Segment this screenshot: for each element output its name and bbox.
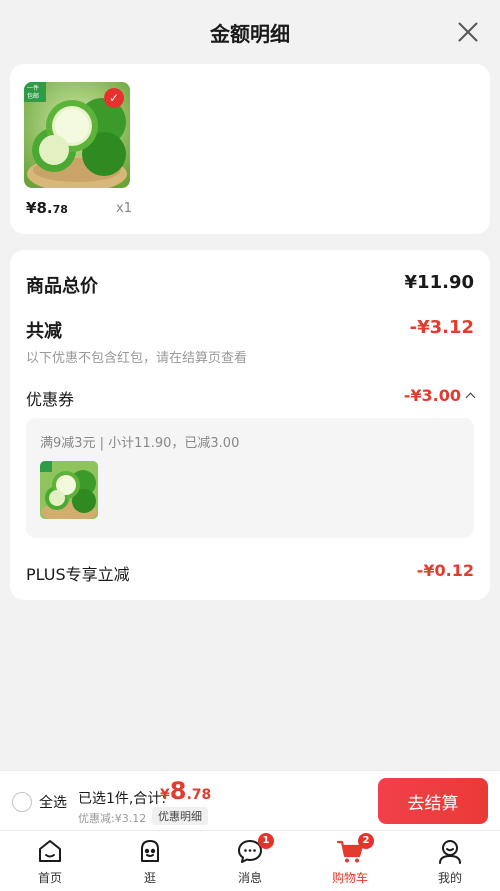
page-title: 金额明细: [210, 22, 290, 46]
price-dec: 78: [52, 203, 68, 216]
amount-detail-card: 商品总价 ¥11.90 共减 -¥3.12 以下优惠不包含红包，请在结算页查看 …: [10, 250, 490, 600]
sum-int: 8: [169, 777, 187, 805]
cart-badge: 2: [358, 833, 374, 849]
reduce-note: 以下优惠不包含红包，请在结算页查看: [26, 351, 248, 366]
coupon-toggle[interactable]: -¥3.00: [403, 386, 476, 405]
total-label: 商品总价: [26, 276, 98, 297]
tab-label-messages: 消息: [237, 871, 262, 885]
coupon-label: 优惠券: [26, 390, 75, 409]
product-image[interactable]: 一件 包邮 ✓: [24, 82, 130, 188]
sum-dec: .78: [186, 787, 212, 803]
product-card: 一件 包邮 ✓ ¥8.78 x1: [10, 64, 490, 234]
sum-price: ¥8.78: [160, 777, 211, 805]
coupon-box: 满9减3元 | 小计11.90，已减3.00: [26, 418, 474, 538]
sum-currency: ¥: [160, 787, 170, 803]
product-quantity: x1: [116, 201, 132, 216]
price-int: 8.: [36, 199, 53, 217]
bottom-tab-bar: 首页 逛 1 消息 2 购物车 我的: [0, 830, 500, 891]
tab-label-home: 首页: [37, 871, 62, 885]
chevron-up-icon: [465, 392, 476, 403]
selected-check-icon[interactable]: ✓: [104, 88, 124, 108]
page-header: 金额明细: [0, 0, 500, 64]
profile-icon: [436, 837, 464, 865]
select-all-radio[interactable]: [12, 792, 32, 812]
tab-label-cart: 购物车: [331, 871, 368, 885]
close-button[interactable]: [456, 20, 480, 44]
tab-cart[interactable]: 2 购物车: [315, 833, 385, 886]
message-icon: 1: [236, 833, 274, 865]
select-all-label[interactable]: 全选: [39, 792, 67, 812]
reduce-value: -¥3.12: [409, 317, 474, 338]
stroll-face-icon: [136, 837, 164, 865]
selected-summary: 已选1件,合计:: [78, 791, 167, 807]
product-price: ¥8.78: [26, 199, 68, 217]
discount-detail-tag[interactable]: 优惠明细: [152, 807, 208, 825]
tab-messages[interactable]: 1 消息: [215, 833, 285, 886]
svg-text:一件: 一件: [27, 84, 39, 92]
checkout-bar: 全选 已选1件,合计: ¥8.78 优惠减:¥3.12 优惠明细 去结算: [0, 770, 500, 830]
price-currency: ¥: [26, 199, 37, 217]
tab-label-profile: 我的: [437, 871, 462, 885]
cart-icon: 2: [336, 833, 374, 865]
tab-profile[interactable]: 我的: [415, 837, 485, 886]
total-value: ¥11.90: [404, 272, 474, 293]
checkout-button[interactable]: 去结算: [378, 778, 488, 824]
discount-line: 优惠减:¥3.12: [78, 812, 147, 825]
reduce-label: 共减: [26, 321, 62, 342]
tab-home[interactable]: 首页: [15, 837, 85, 886]
coupon-desc: 满9减3元 | 小计11.90，已减3.00: [40, 436, 240, 451]
tab-label-stroll: 逛: [143, 871, 156, 885]
svg-text:包邮: 包邮: [27, 92, 39, 100]
coupon-product-thumbnail: [40, 461, 98, 519]
tab-stroll[interactable]: 逛: [115, 837, 185, 886]
plus-value: -¥0.12: [416, 561, 474, 580]
messages-badge: 1: [258, 833, 274, 849]
plus-label: PLUS专享立减: [26, 565, 130, 584]
home-icon: [36, 837, 64, 865]
coupon-value: -¥3.00: [403, 386, 461, 405]
